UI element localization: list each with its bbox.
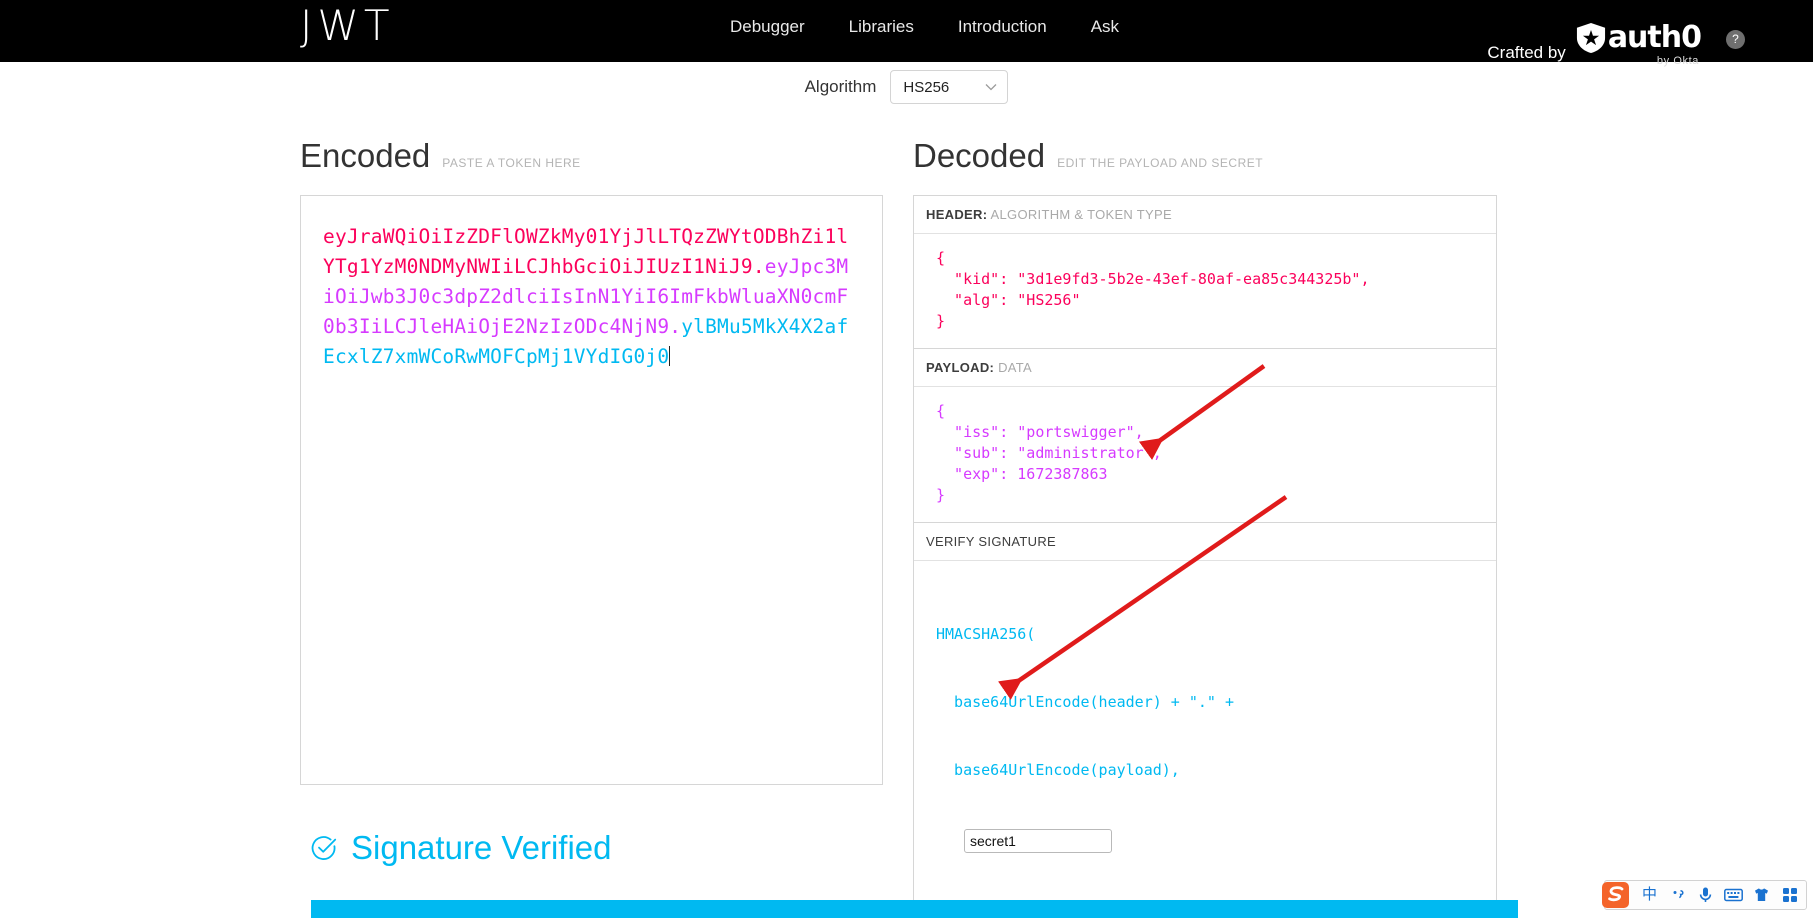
auth0-wordmark: auth0 [1607, 20, 1702, 55]
secret-input[interactable] [964, 829, 1112, 853]
hmac-line-1: HMACSHA256( [936, 625, 1036, 643]
nav-link-libraries[interactable]: Libraries [849, 16, 914, 38]
signature-panel-label: VERIFY SIGNATURE [926, 534, 1057, 549]
help-icon[interactable]: ? [1726, 30, 1745, 49]
encoded-subtitle: PASTE A TOKEN HERE [442, 156, 581, 170]
header-panel-json[interactable]: { "kid": "3d1e9fd3-5b2e-43ef-80af-ea85c3… [914, 234, 1496, 348]
payload-panel: PAYLOAD: DATA { "iss": "portswigger", "s… [913, 349, 1497, 523]
decoded-subtitle: EDIT THE PAYLOAD AND SECRET [1057, 156, 1264, 170]
payload-panel-label: PAYLOAD: [926, 360, 995, 375]
punctuation-icon[interactable] [1668, 884, 1687, 906]
keyboard-icon[interactable] [1724, 884, 1743, 906]
payload-panel-sublabel: DATA [998, 360, 1033, 375]
auth0-logo[interactable]: auth0 by Okta [1576, 20, 1702, 67]
encoded-token-input[interactable]: eyJraWQiOiIzZDFlOWZkMy01YjJlLTQzZWYtODBh… [300, 195, 883, 785]
crafted-by-block: Crafted by auth0 by Okta [1487, 22, 1702, 68]
algorithm-label: Algorithm [804, 77, 877, 96]
apps-grid-icon[interactable] [1780, 884, 1799, 906]
decoded-column: HEADER: ALGORITHM & TOKEN TYPE { "kid": … [913, 195, 1497, 918]
signature-panel-title: VERIFY SIGNATURE [914, 523, 1496, 561]
hmac-line-2: base64UrlEncode(header) + "." + [936, 693, 1235, 711]
ime-toolbar[interactable]: 中 [1601, 880, 1807, 910]
chinese-mode-icon[interactable]: 中 [1640, 884, 1659, 906]
jwt-logo[interactable]: JWT [300, 4, 395, 48]
header-panel-title: HEADER: ALGORITHM & TOKEN TYPE [914, 196, 1496, 234]
microphone-icon[interactable] [1696, 884, 1715, 906]
chevron-down-icon [985, 84, 997, 91]
decoded-title: Decoded [913, 137, 1046, 174]
payload-panel-json[interactable]: { "iss": "portswigger", "sub": "administ… [914, 387, 1496, 522]
encoded-token-text: eyJraWQiOiIzZDFlOWZkMy01YjJlLTQzZWYtODBh… [323, 222, 860, 372]
nav-link-debugger[interactable]: Debugger [730, 16, 805, 38]
token-separator-2: . [669, 315, 682, 338]
decoded-heading: Decoded EDIT THE PAYLOAD AND SECRET [913, 137, 1263, 175]
sogou-logo-icon[interactable] [1601, 880, 1631, 910]
signature-panel: VERIFY SIGNATURE HMACSHA256( base64UrlEn… [913, 523, 1497, 918]
nav-link-introduction[interactable]: Introduction [958, 16, 1047, 38]
text-cursor [669, 346, 671, 366]
auth0-by-okta-label: by Okta [1656, 55, 1699, 67]
check-circle-icon [311, 836, 337, 860]
signature-status-text: Signature Verified [351, 829, 612, 866]
header-panel-sublabel: ALGORITHM & TOKEN TYPE [990, 207, 1172, 222]
crafted-by-label: Crafted by [1487, 43, 1566, 62]
algorithm-select[interactable]: HS256 [890, 70, 1009, 104]
header-panel: HEADER: ALGORITHM & TOKEN TYPE { "kid": … [913, 195, 1497, 349]
header-panel-label: HEADER: [926, 207, 988, 222]
payload-panel-title: PAYLOAD: DATA [914, 349, 1496, 387]
token-separator-1: . [752, 255, 765, 278]
jwt-debugger-page: JWT Debugger Libraries Introduction Ask … [0, 0, 1813, 918]
algorithm-row: Algorithm HS256 [0, 70, 1813, 104]
nav-link-ask[interactable]: Ask [1091, 16, 1119, 38]
skin-icon[interactable] [1752, 884, 1771, 906]
encoded-heading: Encoded PASTE A TOKEN HERE [300, 137, 581, 175]
main-navigation: Debugger Libraries Introduction Ask [730, 16, 1119, 38]
bottom-accent-bar [311, 900, 1518, 918]
annotation-arrows [997, 364, 1288, 700]
top-navbar: JWT Debugger Libraries Introduction Ask … [0, 0, 1813, 68]
hmac-line-3: base64UrlEncode(payload), [936, 761, 1180, 779]
signature-status: Signature Verified [311, 828, 612, 868]
auth0-shield-icon [1576, 23, 1605, 53]
signature-panel-body: HMACSHA256( base64UrlEncode(header) + ".… [914, 561, 1496, 918]
algorithm-selected-value: HS256 [903, 78, 950, 96]
encoded-title: Encoded [300, 137, 431, 174]
